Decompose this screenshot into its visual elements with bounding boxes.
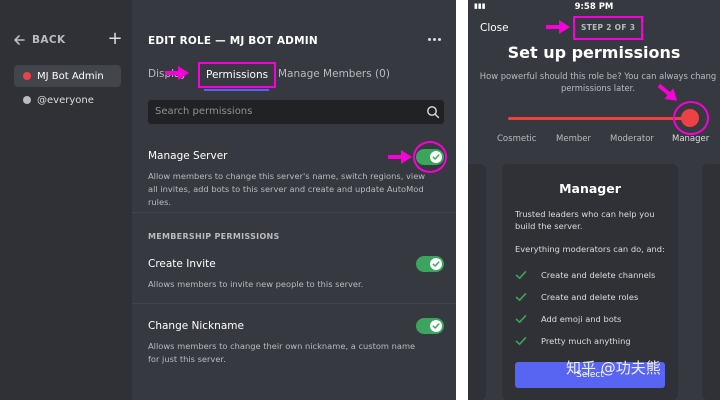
- card-description: Trusted leaders who can help you build t…: [515, 209, 655, 231]
- section-divider: [132, 212, 456, 213]
- annotation-circle: [413, 141, 447, 173]
- level-member[interactable]: Member: [556, 134, 591, 144]
- check-icon: [515, 293, 527, 301]
- list-item: Pretty much anything: [515, 334, 631, 348]
- toggle-knob: [430, 258, 442, 270]
- page-title: EDIT ROLE — MJ BOT ADMIN: [148, 35, 318, 47]
- permission-description: Allows members to invite new people to t…: [148, 279, 364, 289]
- level-cosmetic[interactable]: Cosmetic: [497, 134, 536, 144]
- role-item-mj-bot-admin[interactable]: MJ Bot Admin: [14, 65, 121, 87]
- permission-title: Change Nickname: [148, 320, 244, 332]
- list-item-label: Create and delete channels: [541, 270, 656, 280]
- annotation-arrow-icon: [546, 20, 570, 34]
- screenshot-root: BACK + MJ Bot Admin @everyone EDIT ROLE …: [0, 0, 720, 400]
- status-time: 9:58 PM: [574, 2, 614, 12]
- tab-permissions[interactable]: Permissions: [198, 62, 277, 88]
- back-button[interactable]: BACK: [12, 32, 66, 48]
- subtitle-line: How powerful should this role be? You ca…: [479, 71, 717, 81]
- more-options-icon[interactable]: [428, 38, 441, 41]
- permission-divider: [132, 303, 456, 304]
- list-item: Create and delete channels: [515, 268, 655, 282]
- watermark: 知乎 @功夫熊: [566, 359, 661, 377]
- check-icon: [432, 323, 440, 329]
- role-item-everyone[interactable]: @everyone: [14, 89, 121, 111]
- list-item-label: Add emoji and bots: [541, 314, 622, 324]
- back-label: BACK: [32, 34, 66, 46]
- check-icon: [432, 261, 440, 267]
- permission-level-slider[interactable]: [508, 117, 686, 120]
- level-moderator[interactable]: Moderator: [610, 134, 654, 144]
- list-item: Create and delete roles: [515, 290, 638, 304]
- add-role-icon[interactable]: +: [107, 30, 123, 48]
- step-indicator: STEP 2 OF 3: [573, 16, 644, 40]
- card-title: Manager: [559, 181, 621, 196]
- tab-active-indicator: [204, 89, 269, 91]
- subtitle-line: permissions later.: [561, 83, 635, 93]
- panel-gap: [456, 0, 468, 400]
- check-icon: [515, 315, 527, 323]
- annotation-arrow-icon: [388, 150, 412, 164]
- annotation-arrow-icon: [165, 66, 189, 80]
- annotation-circle: [673, 101, 709, 135]
- list-item: Add emoji and bots: [515, 312, 621, 326]
- role-color-dot: [23, 96, 31, 104]
- roles-sidebar: BACK + MJ Bot Admin @everyone: [0, 0, 132, 400]
- permission-description: Allow members to change this server's na…: [148, 171, 426, 207]
- page-subtitle: How powerful should this role be? You ca…: [476, 70, 720, 94]
- page-title: Set up permissions: [507, 43, 681, 62]
- permission-title: Create Invite: [148, 258, 216, 270]
- role-label: @everyone: [37, 94, 94, 106]
- create-invite-toggle[interactable]: [416, 256, 444, 272]
- search-input[interactable]: Search permissions: [148, 100, 444, 124]
- list-item-label: Create and delete roles: [541, 292, 639, 302]
- card-subtitle: Everything moderators can do, and:: [515, 244, 665, 254]
- role-color-dot: [23, 72, 31, 80]
- permission-description: Allows members to change their own nickn…: [148, 341, 416, 364]
- desktop-panel: BACK + MJ Bot Admin @everyone EDIT ROLE …: [0, 0, 456, 400]
- mobile-panel: ▮▮▮ 9:58 PM Close STEP 2 OF 3 Set up per…: [468, 0, 720, 400]
- check-icon: [515, 271, 527, 279]
- list-item-label: Pretty much anything: [541, 336, 631, 346]
- level-manager[interactable]: Manager: [672, 134, 709, 144]
- role-editor: EDIT ROLE — MJ BOT ADMIN Display Permiss…: [132, 0, 456, 400]
- permission-title: Manage Server: [148, 150, 228, 162]
- search-icon: [427, 106, 440, 119]
- next-card-edge: [702, 164, 720, 400]
- close-button[interactable]: Close: [480, 22, 509, 34]
- change-nickname-toggle[interactable]: [416, 318, 444, 334]
- role-tabs: Display Permissions Manage Members (0): [148, 62, 448, 91]
- tab-manage-members[interactable]: Manage Members (0): [278, 62, 390, 88]
- role-label: MJ Bot Admin: [37, 70, 104, 82]
- previous-card-edge: [468, 164, 486, 400]
- section-title: MEMBERSHIP PERMISSIONS: [148, 232, 280, 241]
- check-icon: [515, 337, 527, 345]
- toggle-knob: [430, 320, 442, 332]
- arrow-left-icon: [14, 35, 25, 45]
